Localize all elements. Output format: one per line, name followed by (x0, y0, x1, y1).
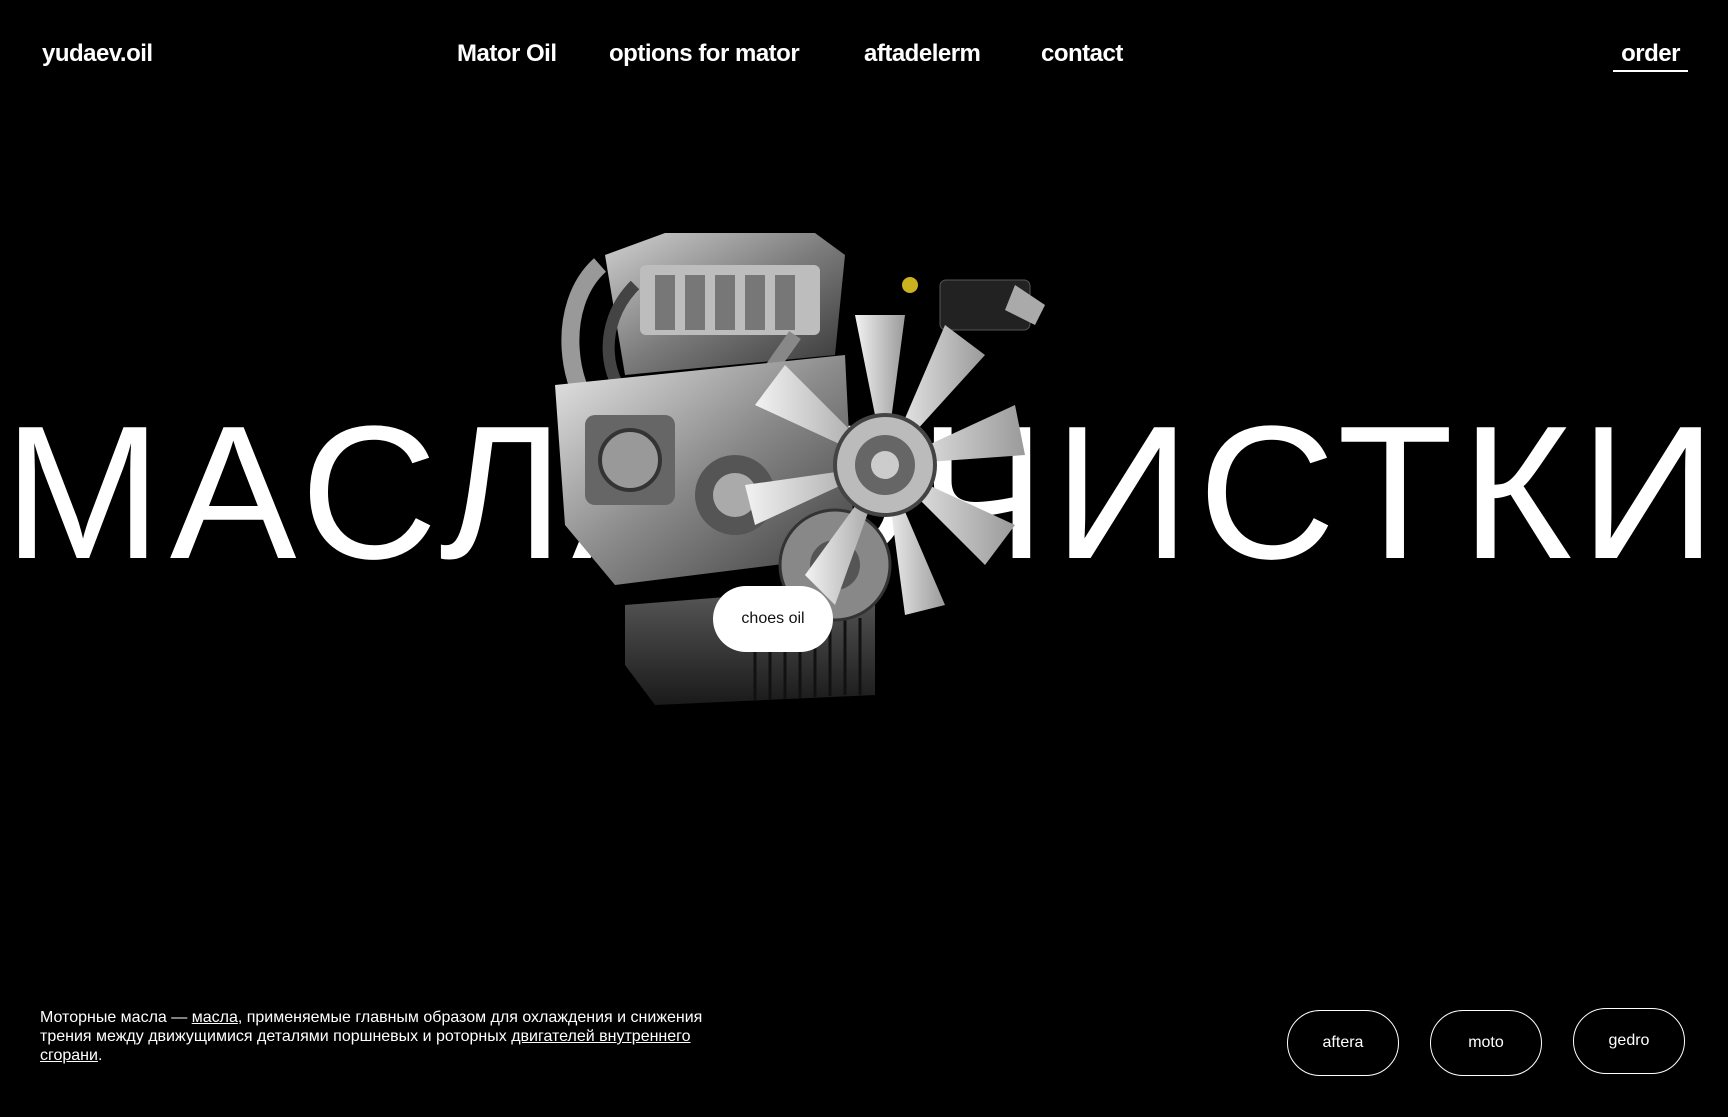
site-logo[interactable]: yudaev.oil (42, 40, 153, 68)
category-aftera-button[interactable]: aftera (1287, 1010, 1399, 1076)
nav-link-contact[interactable]: contact (1041, 40, 1123, 68)
nav-link-mator-oil[interactable]: Mator Oil (457, 40, 557, 68)
description-part: Моторные масла — (40, 1009, 192, 1026)
choose-oil-button[interactable]: choes oil (713, 586, 833, 652)
nav-link-options-for-mator[interactable]: options for mator (609, 40, 800, 68)
oils-link[interactable]: масла (192, 1009, 238, 1026)
category-gedro-button[interactable]: gedro (1573, 1008, 1685, 1074)
landing-page: yudaev.oil Mator Oil options for mator a… (0, 0, 1728, 1117)
nav-link-aftadelerm[interactable]: aftadelerm (864, 40, 981, 68)
category-moto-button[interactable]: moto (1430, 1010, 1542, 1076)
description-part: . (97, 1047, 103, 1064)
description-text: Моторные масла — масла, применяемые глав… (40, 1008, 720, 1065)
engine-illustration (555, 233, 1045, 705)
order-link[interactable]: order (1613, 40, 1688, 72)
